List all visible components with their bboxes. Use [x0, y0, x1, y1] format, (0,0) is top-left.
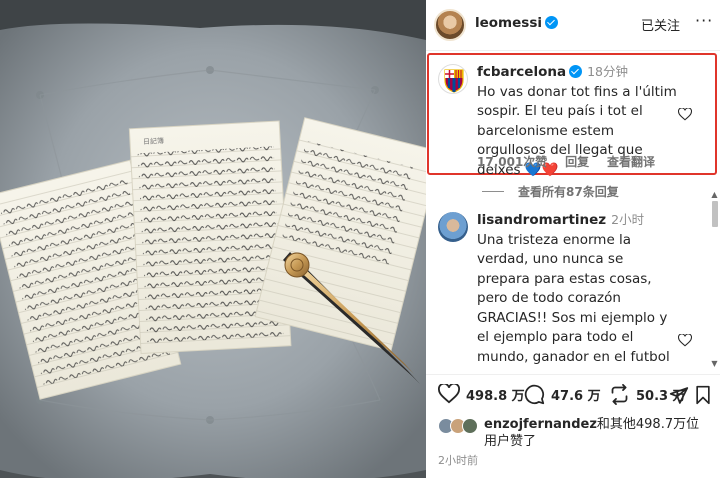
header-divider [426, 50, 720, 51]
follow-status-button[interactable]: 已关注 [641, 15, 680, 34]
comment-count: 47.6 万 [551, 389, 601, 404]
commenter-avatar[interactable] [438, 64, 468, 94]
heart-icon[interactable] [678, 334, 692, 347]
commenter-username[interactable]: fcbarcelona [477, 64, 566, 80]
post-header: leomessi 已关注 ··· [426, 0, 720, 50]
author-username[interactable]: leomessi [475, 15, 558, 31]
comment-likes[interactable]: 17,001次赞 [477, 155, 547, 169]
verified-icon [569, 65, 583, 78]
post-time[interactable]: 2小时前 [438, 452, 478, 468]
liker-avatar[interactable] [462, 418, 478, 434]
author-username-text[interactable]: leomessi [475, 15, 542, 31]
verified-icon [544, 16, 558, 29]
liked-by-text: enzojfernandez和其他498.7万位用户赞了 [484, 416, 712, 450]
like-action[interactable]: 498.8 万 [438, 384, 525, 404]
svg-text:日記簿: 日記簿 [143, 136, 164, 146]
post-photo: 日記簿 [0, 0, 426, 478]
comment-text: Una tristeza enorme la verdad, uno nunca… [477, 231, 675, 371]
comment-action[interactable]: 47.6 万 [524, 384, 601, 405]
comment-body: lisandromartinez 2小时 Una tristeza enorme … [477, 210, 677, 370]
like-count: 498.8 万 [466, 388, 525, 404]
replies-line [482, 191, 504, 192]
scroll-up-icon[interactable]: ▲ [710, 190, 719, 199]
photo-illustration: 日記簿 [0, 0, 426, 478]
more-icon[interactable]: ··· [695, 11, 713, 30]
comment-fcbarcelona: fcbarcelona 18分钟 Ho vas donar tot fins a … [426, 62, 720, 178]
repost-icon[interactable] [609, 384, 630, 405]
author-avatar[interactable] [434, 9, 466, 41]
action-bar: 498.8 万 47.6 万 50.3 万 [426, 380, 720, 410]
liked-by: enzojfernandez和其他498.7万位用户赞了 [426, 412, 720, 450]
view-replies-button[interactable]: 查看所有87条回复 [482, 183, 619, 200]
heart-icon[interactable] [438, 384, 460, 404]
commenter-username[interactable]: lisandromartinez [477, 212, 606, 228]
comment-lisandromartinez: lisandromartinez 2小时 Una tristeza enorme … [426, 210, 720, 370]
actions-divider [426, 374, 720, 375]
fcb-crest-icon [444, 69, 464, 93]
commenter-avatar[interactable] [438, 212, 468, 242]
heart-icon[interactable] [678, 108, 692, 121]
liked-by-user[interactable]: enzojfernandez [484, 417, 597, 432]
bookmark-icon[interactable] [694, 385, 712, 405]
scrollbar-thumb[interactable] [712, 201, 718, 227]
translate-button[interactable]: 查看翻译 [607, 155, 655, 169]
scroll-down-icon[interactable]: ▼ [710, 359, 719, 368]
share-icon[interactable] [669, 386, 689, 405]
comment-meta: 17,001次赞 回复 查看翻译 [477, 153, 669, 170]
reply-button[interactable]: 回复 [565, 155, 589, 169]
comment-icon[interactable] [524, 384, 545, 405]
comment-time: 18分钟 [587, 64, 628, 79]
comment-time: 2小时 [611, 212, 645, 227]
view-replies-label[interactable]: 查看所有87条回复 [518, 185, 619, 199]
post-side-panel: leomessi 已关注 ··· fcbarcelona 18分钟 Ho vas … [426, 0, 720, 478]
